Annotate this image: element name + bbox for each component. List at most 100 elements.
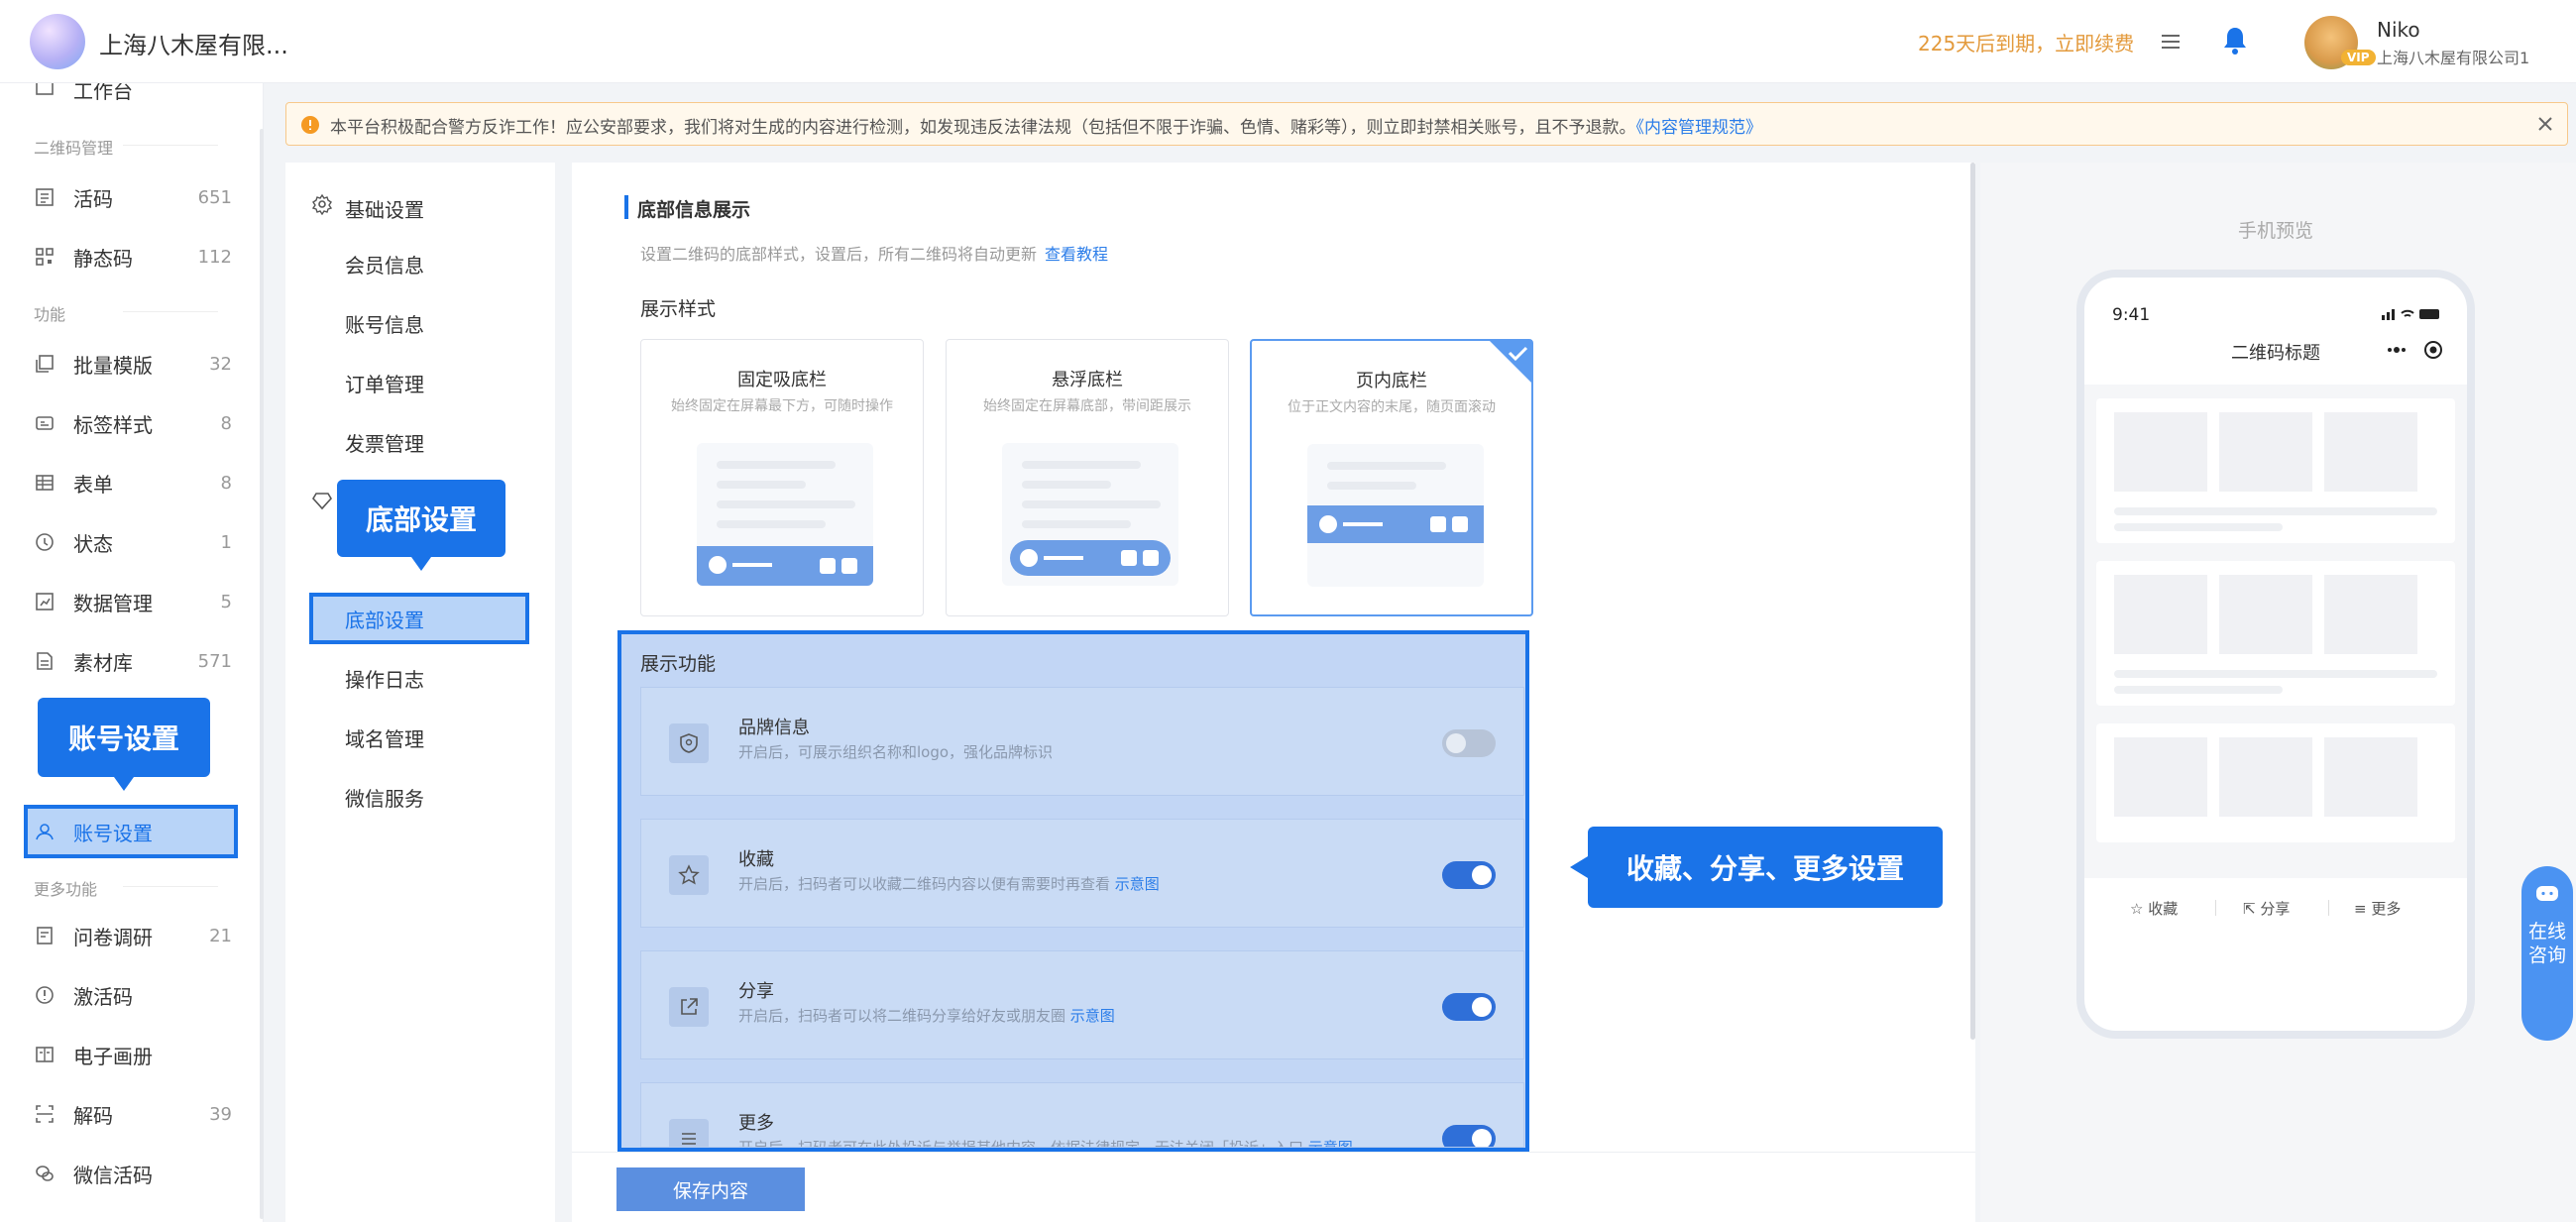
sidebar-item-wechat[interactable]: 微信活码 <box>34 1154 232 1193</box>
notice-text: 本平台积极配合警方反诈工作！应公安部要求，我们将对生成的内容进行检测，如发现违反… <box>330 118 1636 138</box>
nav-member-info[interactable]: 会员信息 <box>345 250 424 278</box>
sidebar-item-form[interactable]: 表单 8 <box>34 463 232 502</box>
nav-wechat-service[interactable]: 微信服务 <box>345 783 424 812</box>
favorite-toggle[interactable] <box>1442 861 1496 889</box>
style-card-inpage[interactable]: 页内底栏 位于正文内容的末尾，随页面滚动 <box>1250 339 1533 616</box>
workbench-icon <box>34 83 56 100</box>
tutorial-link[interactable]: 查看教程 <box>1045 245 1108 264</box>
form-icon <box>34 472 56 494</box>
style-card-title: 固定吸底栏 <box>737 370 827 390</box>
feature-title: 更多 <box>738 1113 774 1134</box>
feature-row-brand: 品牌信息 开启后，可展示组织名称和logo，强化品牌标识 <box>640 687 1524 796</box>
share-icon <box>669 987 709 1027</box>
callout-footer-settings: 底部设置 <box>337 480 505 571</box>
callout-account-settings: 账号设置 <box>38 698 210 791</box>
sidebar-item-data[interactable]: 数据管理 5 <box>34 582 232 621</box>
sidebar-item-live-code[interactable]: 活码 651 <box>34 177 232 217</box>
sidebar-item-label-style[interactable]: 标签样式 8 <box>34 403 232 443</box>
main-scrollbar[interactable] <box>1970 163 1975 1040</box>
style-card-illustration <box>1307 444 1484 587</box>
section-title: 底部信息展示 <box>637 199 751 221</box>
nav-domain[interactable]: 域名管理 <box>345 723 424 752</box>
bell-icon[interactable] <box>2220 25 2250 56</box>
feature-title: 分享 <box>738 981 774 1002</box>
sidebar-item-account-settings[interactable]: 账号设置 <box>34 812 232 851</box>
style-card-title: 页内底栏 <box>1356 371 1427 391</box>
feature-title: 品牌信息 <box>738 718 810 738</box>
style-card-desc: 始终固定在屏幕最下方，可随时操作 <box>671 398 893 414</box>
phone-footer-bar: ☆ 收藏 ⇱ 分享 ≡ 更多 <box>2084 878 2467 938</box>
sidebar-item-survey[interactable]: 问卷调研 21 <box>34 916 232 955</box>
feature-desc: 开启后，可展示组织名称和logo，强化品牌标识 <box>738 743 1054 761</box>
nav-order[interactable]: 订单管理 <box>345 369 424 397</box>
sidebar-item-material[interactable]: 素材库 571 <box>34 641 232 681</box>
example-link[interactable]: 示意图 <box>1115 875 1160 893</box>
style-card-title: 悬浮底栏 <box>1052 370 1123 390</box>
example-link[interactable]: 示意图 <box>1070 1007 1115 1025</box>
sidebar-item-activation[interactable]: 激活码 <box>34 975 232 1015</box>
live-code-icon <box>34 186 56 208</box>
star-icon <box>669 855 709 895</box>
nav-invoice[interactable]: 发票管理 <box>345 428 424 457</box>
sidebar-item-decode[interactable]: 解码 39 <box>34 1094 232 1134</box>
feature-row-more: 更多 开启后，扫码者可在此处投诉与举报其他内容，依据法律规定，无法关闭「投诉」入… <box>640 1082 1524 1148</box>
content-policy-link[interactable]: 《内容管理规范》 <box>1636 118 1763 138</box>
more-toggle[interactable] <box>1442 1125 1496 1147</box>
sidebar-item-album[interactable]: 电子画册 <box>34 1035 232 1074</box>
save-button[interactable]: 保存内容 <box>616 1167 805 1211</box>
company-name[interactable]: 上海八木屋有限... <box>99 26 288 60</box>
group-more: 更多功能 <box>34 876 219 900</box>
batch-template-icon <box>34 353 56 375</box>
style-card-fixed[interactable]: 固定吸底栏 始终固定在屏幕最下方，可随时操作 <box>640 339 924 616</box>
style-label: 展示样式 <box>640 298 717 320</box>
left-sidebar: 工作台 二维码管理 活码 651 静态码 112 功能 批量模版 32 标签样式… <box>0 83 264 1222</box>
signal-wifi-battery-icon <box>2382 305 2443 321</box>
style-card-desc: 始终固定在屏幕底部，带间距展示 <box>983 398 1191 414</box>
user-icon <box>34 821 56 842</box>
nav-group-basic[interactable]: 基础设置 <box>345 194 424 223</box>
label-style-icon <box>34 412 56 434</box>
nav-account-info[interactable]: 账号信息 <box>345 309 424 338</box>
expire-renew-link[interactable]: 225天后到期，立即续费 <box>1918 28 2134 56</box>
brand-shield-icon <box>669 723 709 763</box>
warning-icon <box>300 115 320 135</box>
section-desc: 设置二维码的底部样式，设置后，所有二维码将自动更新 <box>640 245 1038 264</box>
chat-icon <box>2534 884 2560 906</box>
user-name[interactable]: Niko <box>2377 18 2420 42</box>
feature-title: 收藏 <box>738 849 774 870</box>
decode-icon <box>34 1103 56 1125</box>
feature-desc: 开启后，扫码者可以收藏二维码内容以便有需要时再查看 <box>738 875 1111 893</box>
preview-favorite: ☆ 收藏 <box>2130 900 2179 918</box>
activation-icon <box>34 984 56 1006</box>
example-link[interactable]: 示意图 <box>1308 1139 1353 1147</box>
sidebar-item-workbench[interactable]: 工作台 <box>34 83 232 109</box>
group-qr: 二维码管理 <box>34 135 219 159</box>
nav-operation-log[interactable]: 操作日志 <box>345 664 424 693</box>
company-logo[interactable] <box>30 14 85 69</box>
brand-toggle[interactable] <box>1442 729 1496 757</box>
feature-row-favorite: 收藏 开启后，扫码者可以收藏二维码内容以便有需要时再查看 示意图 <box>640 819 1524 928</box>
nav-footer-settings[interactable]: 底部设置 <box>345 605 424 633</box>
sidebar-item-status[interactable]: 状态 1 <box>34 522 232 562</box>
sidebar-item-batch-template[interactable]: 批量模版 32 <box>34 344 232 384</box>
data-icon <box>34 591 56 612</box>
close-icon[interactable] <box>2534 113 2556 135</box>
material-icon <box>34 650 56 672</box>
notice-banner: 本平台积极配合警方反诈工作！应公安部要求，我们将对生成的内容进行检测，如发现违反… <box>285 102 2568 146</box>
style-card-desc: 位于正文内容的末尾，随页面滚动 <box>1288 399 1496 415</box>
sidebar-item-static-code[interactable]: 静态码 112 <box>34 237 232 277</box>
group-func: 功能 <box>34 301 219 325</box>
style-card-floating[interactable]: 悬浮底栏 始终固定在屏幕底部，带间距展示 <box>946 339 1229 616</box>
phone-content <box>2084 385 2467 920</box>
share-toggle[interactable] <box>1442 993 1496 1021</box>
top-bar: 上海八木屋有限... 225天后到期，立即续费 VIP Niko 上海八木屋有限… <box>0 0 2576 83</box>
feature-desc: 开启后，扫码者可以将二维码分享给好友或朋友圈 <box>738 1007 1066 1025</box>
section-accent-bar <box>624 195 628 219</box>
album-icon <box>34 1044 56 1065</box>
status-icon <box>34 531 56 553</box>
phone-mockup: 9:41 二维码标题 ☆ 收藏 ⇱ 分享 ≡ 更多 <box>2076 270 2475 1039</box>
user-company: 上海八木屋有限公司1 <box>2377 49 2530 67</box>
menu-icon[interactable] <box>2159 30 2183 54</box>
sidebar-scrollbar[interactable] <box>260 129 264 1219</box>
preview-label: 手机预览 <box>2238 220 2314 242</box>
